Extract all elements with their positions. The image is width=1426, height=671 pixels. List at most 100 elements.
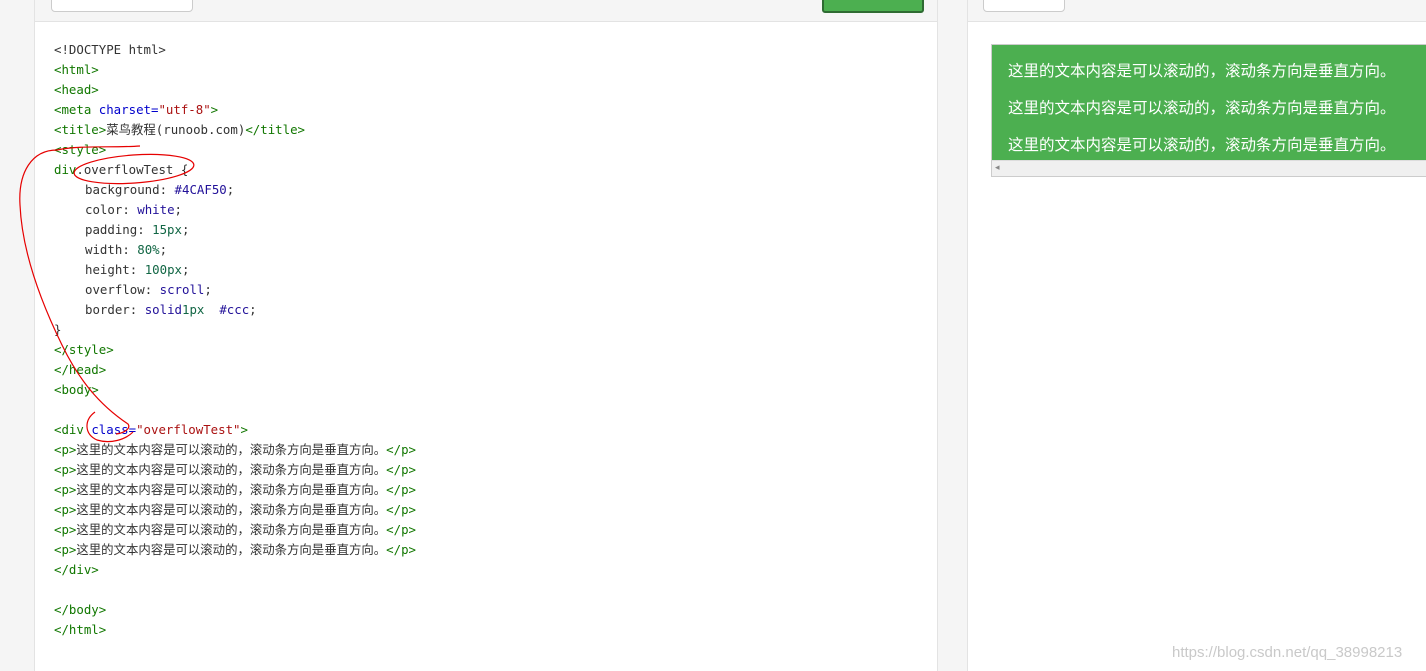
run-code-button[interactable] (822, 0, 924, 13)
code-token: div (54, 162, 77, 177)
code-line: height: 100px; (54, 260, 416, 280)
code-token: <p> (54, 442, 77, 457)
code-token: <p> (54, 522, 77, 537)
code-token: </p> (386, 502, 416, 517)
code-token: ; (174, 202, 183, 217)
preview-toolbar-button[interactable] (983, 0, 1065, 12)
code-token: : (129, 262, 145, 277)
editor-toolbar (35, 0, 937, 22)
code-token: #ccc (219, 302, 250, 317)
code-token: 这里的文本内容是可以滚动的，滚动条方向是垂直方向。 (76, 542, 387, 557)
code-token: 菜鸟教程(runoob.com) (106, 122, 246, 137)
code-token: ; (249, 302, 257, 317)
code-token: <p> (54, 462, 77, 477)
code-line: padding: 15px; (54, 220, 416, 240)
code-token: </p> (386, 482, 416, 497)
code-line: </body> (54, 600, 416, 620)
code-editor[interactable]: <!DOCTYPE html> <html> <head> <meta charset… (54, 40, 416, 640)
code-line: <p>这里的文本内容是可以滚动的，滚动条方向是垂直方向。</p> (54, 500, 416, 520)
code-token: 这里的文本内容是可以滚动的，滚动条方向是垂直方向。 (76, 442, 387, 457)
code-token: 1px (182, 302, 205, 317)
code-line: </div> (54, 560, 416, 580)
code-token: color (85, 202, 123, 217)
code-token: </p> (386, 522, 416, 537)
code-line: overflow: scroll; (54, 280, 416, 300)
code-token: 80% (137, 242, 160, 257)
code-token: charset= (98, 102, 159, 117)
code-token: <html> (54, 62, 99, 77)
code-token: <p> (54, 502, 77, 517)
code-line: <p>这里的文本内容是可以滚动的，滚动条方向是垂直方向。</p> (54, 460, 416, 480)
preview-panel: 这里的文本内容是可以滚动的，滚动条方向是垂直方向。 这里的文本内容是可以滚动的，滚… (967, 0, 1426, 671)
code-token: </style> (54, 342, 114, 357)
code-token: : (137, 222, 153, 237)
code-token: solid (144, 302, 182, 317)
code-line: div.overflowTest { (54, 160, 416, 180)
code-line: </style> (54, 340, 416, 360)
code-token: ; (181, 222, 190, 237)
code-token: 15px (152, 222, 182, 237)
code-token: </p> (386, 442, 416, 457)
code-token: </p> (386, 462, 416, 477)
code-token: height (85, 262, 130, 277)
code-token: overflow (85, 282, 145, 297)
code-line: </head> (54, 360, 416, 380)
code-token: #4CAF50 (174, 182, 227, 197)
code-token: <!DOCTYPE html> (54, 42, 166, 57)
code-line: <body> (54, 380, 416, 400)
code-token: </title> (245, 122, 305, 137)
code-token: : (144, 282, 160, 297)
code-token: .overflowTest { (76, 162, 189, 177)
horizontal-scrollbar[interactable]: ◂ (992, 160, 1426, 176)
code-token: 这里的文本内容是可以滚动的，滚动条方向是垂直方向。 (76, 522, 387, 537)
code-token: <div (54, 422, 92, 437)
code-token: ; (182, 262, 190, 277)
watermark: https://blog.csdn.net/qq_38998213 (1172, 644, 1403, 661)
code-token: : (122, 242, 138, 257)
code-token: </html> (54, 622, 107, 637)
preview-toolbar (968, 0, 1426, 22)
code-line: <p>这里的文本内容是可以滚动的，滚动条方向是垂直方向。</p> (54, 440, 416, 460)
code-token: </head> (54, 362, 107, 377)
code-token: 这里的文本内容是可以滚动的，滚动条方向是垂直方向。 (76, 462, 387, 477)
code-line: <title>菜鸟教程(runoob.com)</title> (54, 120, 416, 140)
overflow-test-box[interactable]: 这里的文本内容是可以滚动的，滚动条方向是垂直方向。 这里的文本内容是可以滚动的，滚… (991, 44, 1426, 177)
code-token: class= (91, 422, 137, 437)
code-line: <!DOCTYPE html> (54, 40, 416, 60)
code-token: "utf-8" (158, 102, 211, 117)
code-line: border: solid1px #ccc; (54, 300, 416, 320)
scrollable-content: 这里的文本内容是可以滚动的，滚动条方向是垂直方向。 这里的文本内容是可以滚动的，滚… (1008, 61, 1426, 159)
code-token: > (210, 102, 219, 117)
code-line: <p>这里的文本内容是可以滚动的，滚动条方向是垂直方向。</p> (54, 540, 416, 560)
code-line: <meta charset="utf-8"> (54, 100, 416, 120)
code-token: : (159, 182, 175, 197)
code-token: </body> (54, 602, 107, 617)
code-line: <div class="overflowTest"> (54, 420, 416, 440)
code-token: } (54, 322, 62, 337)
preview-paragraph: 这里的文本内容是可以滚动的，滚动条方向是垂直方向。 (1008, 99, 1396, 117)
code-token: white (137, 202, 175, 217)
code-token: > (240, 422, 248, 437)
code-token: <p> (54, 542, 77, 557)
code-token: width (85, 242, 123, 257)
code-token: 这里的文本内容是可以滚动的，滚动条方向是垂直方向。 (76, 502, 387, 517)
preview-paragraph: 这里的文本内容是可以滚动的，滚动条方向是垂直方向。 (1008, 62, 1396, 80)
code-token: </div> (54, 562, 99, 577)
code-line: </html> (54, 620, 416, 640)
preview-paragraph: 这里的文本内容是可以滚动的，滚动条方向是垂直方向。 (1008, 136, 1396, 154)
code-token: border (85, 302, 130, 317)
source-code-button[interactable] (51, 0, 193, 12)
code-token: 这里的文本内容是可以滚动的，滚动条方向是垂直方向。 (76, 482, 387, 497)
code-token: padding (85, 222, 138, 237)
code-token: <p> (54, 482, 77, 497)
code-line: <html> (54, 60, 416, 80)
code-token: 100px (144, 262, 182, 277)
scroll-left-arrow-icon[interactable]: ◂ (995, 163, 1000, 173)
code-token: <body> (54, 382, 99, 397)
code-token: : (129, 302, 145, 317)
code-editor-panel: <!DOCTYPE html> <html> <head> <meta charset… (34, 0, 938, 671)
code-line: background: #4CAF50; (54, 180, 416, 200)
